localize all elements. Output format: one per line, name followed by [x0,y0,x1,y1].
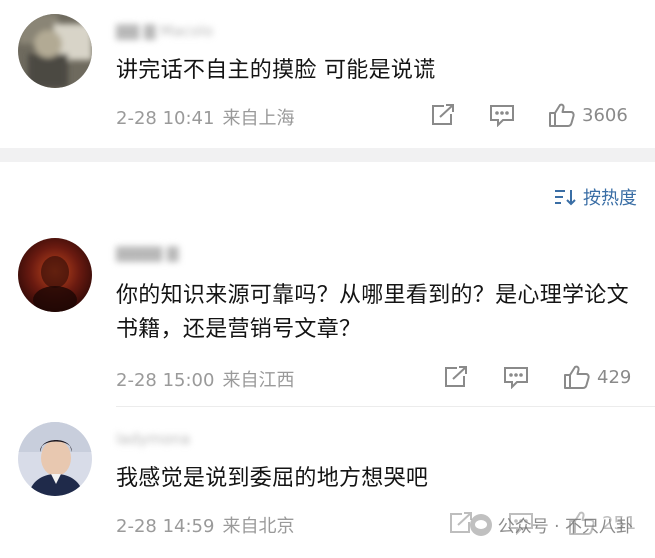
sort-toggle[interactable]: 按热度 [553,184,637,210]
comment-date: 2-28 15:00 [116,370,215,391]
comment-location: 来自江西 [222,370,295,391]
like-button[interactable]: 429 [563,364,631,390]
comment-button[interactable] [489,102,515,128]
like-count: 429 [597,366,632,388]
watermark-text: 公众号 · 不只八卦 [497,517,633,537]
avatar[interactable] [18,422,92,496]
watermark: 公众号 · 不只八卦 [469,512,633,537]
like-button[interactable]: 3606 [548,102,628,128]
username[interactable]: ▇▇▇▇ ▇ [116,244,178,264]
avatar[interactable] [18,14,92,88]
username[interactable]: ▇▇ ▇ Macolo [116,22,213,42]
sort-lines-icon [555,190,576,206]
comment-date: 2-28 10:41 [116,108,215,129]
comment-button[interactable] [503,364,529,390]
comment-date: 2-28 14:59 [116,516,215,537]
wechat-icon [469,513,492,536]
share-box-icon [432,104,454,125]
like-count: 3606 [582,104,628,126]
comment-text: 讲完话不自主的摸脸 可能是说谎 [116,58,436,83]
repost-button[interactable] [430,102,456,128]
thumbs-up-icon [564,365,590,389]
comment-meta: 2-28 15:00 来自江西 [116,366,294,392]
comment-bubble-icon [504,367,528,389]
thumbs-up-icon [549,103,575,127]
section-divider [0,148,655,162]
comment-bubble-icon [490,105,514,127]
comment-text: 你的知识来源可靠吗？从哪里看到的？是心理学论文书籍，还是营销号文章？ [116,283,629,342]
comment-separator [116,406,655,407]
comment-location: 来自上海 [222,108,295,129]
comment-text: 我感觉是说到委屈的地方想哭吧 [116,466,429,491]
comment-list-page: ▇▇ ▇ Macolo 讲完话不自主的摸脸 可能是说谎 2-28 10:41 来自… [0,0,655,558]
comment-meta: 2-28 14:59 来自北京 [116,512,294,538]
repost-button[interactable] [443,364,469,390]
avatar[interactable] [18,238,92,312]
share-box-icon [445,366,467,387]
comment-meta: 2-28 10:41 来自上海 [116,104,294,130]
sort-label: 按热度 [583,188,637,209]
username[interactable]: ladymona [116,430,190,450]
comment-location: 来自北京 [222,516,295,537]
